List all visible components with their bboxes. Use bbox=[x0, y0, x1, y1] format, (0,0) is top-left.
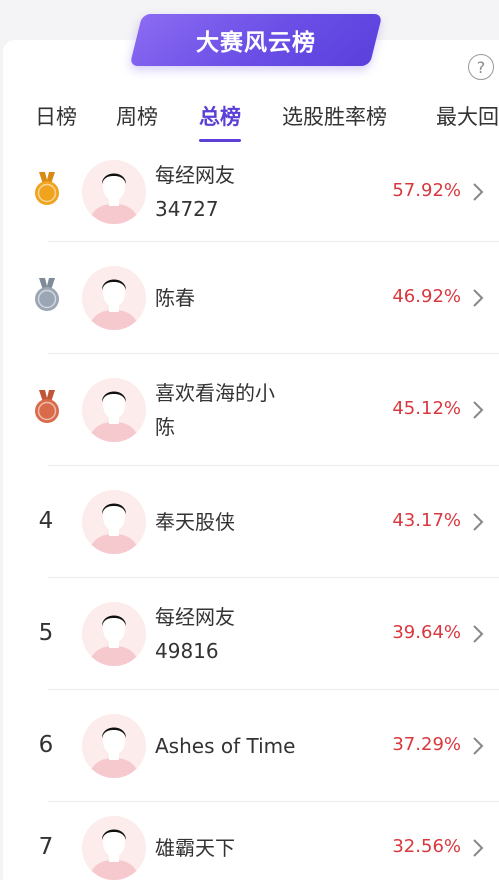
ranking-row[interactable]: 喜欢看海的小陈 45.12% bbox=[0, 354, 499, 466]
user-name: Ashes of Time bbox=[155, 729, 305, 763]
avatar[interactable] bbox=[82, 160, 146, 224]
chevron-right-icon[interactable] bbox=[471, 399, 485, 421]
rank-number: 5 bbox=[38, 620, 54, 646]
question-circle-icon[interactable]: ? bbox=[468, 54, 494, 80]
user-name-line: 每经网友 bbox=[155, 605, 235, 629]
leaderboard-banner: 大赛风云榜 bbox=[129, 14, 383, 66]
tab-weekly[interactable]: 周榜 bbox=[116, 98, 158, 142]
avatar-icon bbox=[82, 490, 146, 554]
user-name-line: 49816 bbox=[155, 639, 219, 663]
user-name: 喜欢看海的小陈 bbox=[155, 376, 305, 444]
ranking-row[interactable]: 5 每经网友 49816 39.64% bbox=[0, 578, 499, 690]
user-name-line: Ashes of Time bbox=[155, 734, 296, 758]
silver-medal-icon bbox=[32, 278, 62, 314]
win-rate: 45.12% bbox=[392, 398, 461, 419]
user-name-line: 34727 bbox=[155, 197, 219, 221]
user-name-line: 雄霸天下 bbox=[155, 836, 235, 860]
win-rate: 57.92% bbox=[392, 180, 461, 201]
chevron-right-icon[interactable] bbox=[471, 837, 485, 859]
chevron-right-icon[interactable] bbox=[471, 511, 485, 533]
avatar[interactable] bbox=[82, 266, 146, 330]
period-tabs: 日榜 周榜 总榜 选股胜率榜 最大回 bbox=[0, 98, 499, 142]
avatar[interactable] bbox=[82, 714, 146, 778]
win-rate: 46.92% bbox=[392, 286, 461, 307]
user-name-line: 每经网友 bbox=[155, 163, 235, 187]
rank-number: 7 bbox=[38, 834, 54, 860]
chevron-right-icon[interactable] bbox=[471, 735, 485, 757]
ranking-row[interactable]: 每经网友 34727 57.92% bbox=[0, 142, 499, 242]
tab-max-drawdown[interactable]: 最大回 bbox=[436, 98, 499, 142]
tab-overall[interactable]: 总榜 bbox=[199, 98, 241, 142]
rank-number: 6 bbox=[38, 732, 54, 758]
user-name-line: 陈春 bbox=[155, 286, 195, 310]
ranking-row[interactable]: 4 奉天股侠 43.17% bbox=[0, 466, 499, 578]
win-rate: 32.56% bbox=[392, 836, 461, 857]
avatar-icon bbox=[82, 160, 146, 224]
ranking-row[interactable]: 6 Ashes of Time 37.29% bbox=[0, 690, 499, 802]
avatar-icon bbox=[82, 602, 146, 666]
win-rate: 39.64% bbox=[392, 622, 461, 643]
avatar-icon bbox=[82, 266, 146, 330]
gold-medal-icon bbox=[32, 172, 62, 208]
avatar[interactable] bbox=[82, 602, 146, 666]
chevron-right-icon[interactable] bbox=[471, 623, 485, 645]
avatar[interactable] bbox=[82, 816, 146, 880]
ranking-row[interactable]: 陈春 46.92% bbox=[0, 242, 499, 354]
ranking-row[interactable]: 7 雄霸天下 32.56% bbox=[0, 802, 499, 880]
tab-daily[interactable]: 日榜 bbox=[35, 98, 77, 142]
user-name: 雄霸天下 bbox=[155, 831, 305, 865]
tab-stock-pick-win-rate[interactable]: 选股胜率榜 bbox=[282, 98, 387, 142]
avatar-icon bbox=[82, 714, 146, 778]
user-name-line: 喜欢看海的小 bbox=[155, 381, 275, 405]
user-name-line: 陈 bbox=[155, 415, 175, 439]
user-name: 每经网友 34727 bbox=[155, 158, 305, 226]
banner-title: 大赛风云榜 bbox=[196, 30, 316, 56]
avatar[interactable] bbox=[82, 378, 146, 442]
bronze-medal-icon bbox=[32, 390, 62, 426]
user-name: 奉天股侠 bbox=[155, 505, 305, 539]
avatar[interactable] bbox=[82, 490, 146, 554]
avatar-icon bbox=[82, 816, 146, 880]
win-rate: 43.17% bbox=[392, 510, 461, 531]
user-name: 每经网友 49816 bbox=[155, 600, 305, 668]
chevron-right-icon[interactable] bbox=[471, 287, 485, 309]
user-name: 陈春 bbox=[155, 281, 305, 315]
user-name-line: 奉天股侠 bbox=[155, 510, 235, 534]
chevron-right-icon[interactable] bbox=[471, 181, 485, 203]
rank-number: 4 bbox=[38, 508, 54, 534]
win-rate: 37.29% bbox=[392, 734, 461, 755]
avatar-icon bbox=[82, 378, 146, 442]
